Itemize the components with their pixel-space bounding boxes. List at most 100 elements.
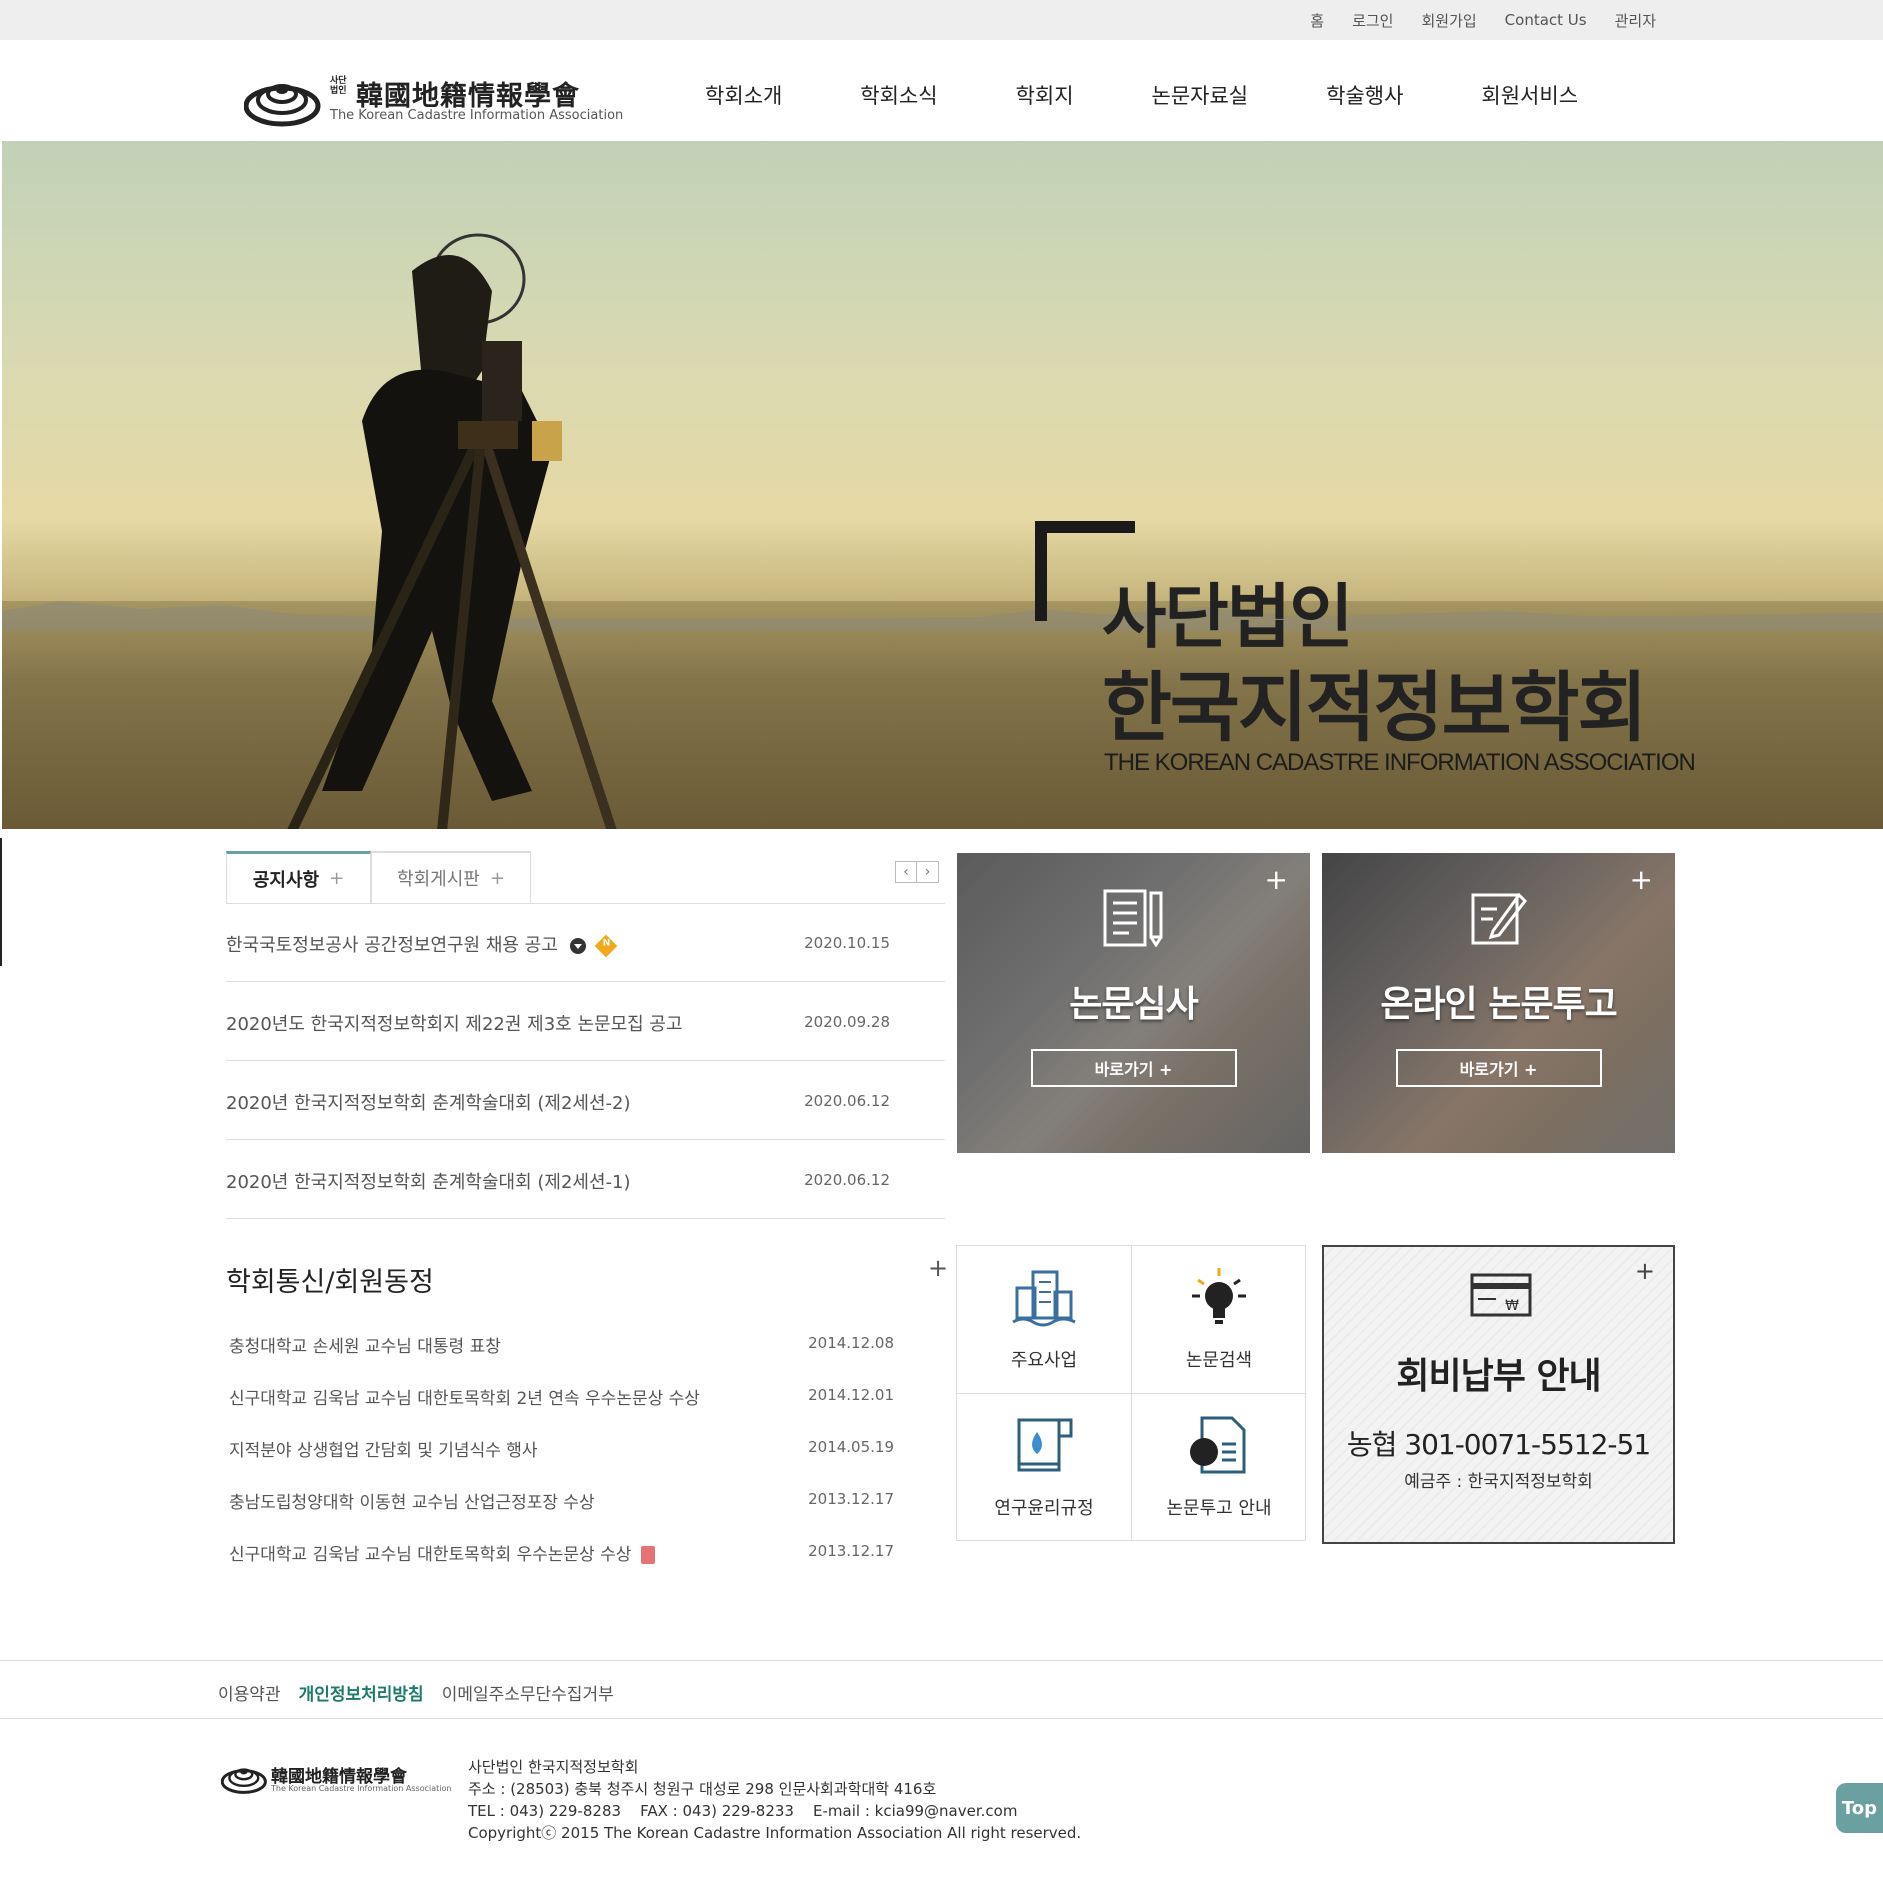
fee-title: 회비납부 안내: [1396, 1356, 1601, 1397]
paper-review-go-button[interactable]: 바로가기 +: [1030, 1049, 1237, 1087]
privacy-policy-link[interactable]: 개인정보처리방침: [299, 1680, 424, 1705]
signup-link[interactable]: 회원가입: [1421, 10, 1476, 31]
main-navigation: 학회소개 학회소식 학회지 논문자료실 학술행사 회원서비스: [705, 80, 1578, 108]
news-date: 2013.12.17: [808, 1542, 894, 1560]
news-title[interactable]: 신구대학교 김욱남 교수님 대한토목학회 우수논문상 수상: [229, 1545, 631, 1565]
document-pen-icon: [1103, 889, 1162, 947]
tab-notice[interactable]: 공지사항 +: [226, 851, 371, 903]
footer-divider: [0, 1660, 1883, 1661]
list-item[interactable]: 충청대학교 손세원 교수님 대통령 표창 2014.12.08: [229, 1320, 894, 1372]
site-header: 사단 법인 韓國地籍情報學會 The Korean Cadastre Inform…: [0, 40, 1883, 141]
logo-emblem-icon: [244, 84, 321, 127]
membership-fee-box[interactable]: + ₩ 회비납부 안내 농협 301-0071-5512-51 예금주 : 한국…: [1322, 1245, 1675, 1544]
hero-subtitle: THE KOREAN CADASTRE INFORMATION ASSOCIAT…: [1104, 749, 1696, 776]
logo-english-text: The Korean Cadastre Information Associat…: [330, 108, 624, 123]
nav-item-member-service[interactable]: 회원서비스: [1481, 80, 1578, 108]
list-item[interactable]: 2020년 한국지적정보학회 춘계학술대회 (제2세션-1) 2020.06.1…: [226, 1140, 945, 1219]
notice-date: 2020.10.15: [804, 934, 890, 952]
logo-emblem-icon: [221, 1768, 267, 1794]
news-date: 2014.05.19: [808, 1438, 894, 1456]
online-submission-title: 온라인 논문투고: [1380, 984, 1617, 1025]
paper-review-box[interactable]: + 논문심사 바로가기 +: [957, 853, 1310, 1153]
quick-paper-search[interactable]: 논문검색: [1132, 1246, 1306, 1393]
notice-title[interactable]: 2020년 한국지적정보학회 춘계학술대회 (제2세션-1): [226, 1168, 631, 1194]
plus-icon[interactable]: +: [1630, 863, 1653, 896]
admin-link[interactable]: 관리자: [1615, 10, 1656, 31]
notice-date: 2020.06.12: [804, 1092, 890, 1110]
lightbulb-icon: [1192, 1268, 1246, 1324]
terms-link[interactable]: 이용약관: [218, 1680, 281, 1705]
footer-address: 주소 : (28503) 충북 청주시 청원구 대성로 298 인문사회과학대학…: [468, 1780, 937, 1798]
list-item[interactable]: 한국국토정보공사 공간정보연구원 채용 공고 N 2020.10.15: [226, 903, 945, 982]
site-logo[interactable]: 사단 법인 韓國地籍情報學會 The Korean Cadastre Inform…: [244, 70, 623, 130]
plus-icon: +: [489, 867, 505, 889]
hero-surveyor-silhouette: [287, 233, 617, 829]
hero-title-line2: 한국지적정보학회: [1102, 663, 1647, 752]
news-date: 2013.12.17: [808, 1490, 894, 1508]
list-item[interactable]: 신구대학교 김욱남 교수님 대한토목학회 2년 연속 우수논문상 수상 2014…: [229, 1372, 894, 1424]
fee-account-holder: 예금주 : 한국지적정보학회: [1404, 1472, 1593, 1492]
notice-list: 한국국토정보공사 공간정보연구원 채용 공고 N 2020.10.15 2020년…: [226, 903, 945, 1219]
plus-icon[interactable]: +: [1635, 1257, 1655, 1285]
news-list: 충청대학교 손세원 교수님 대통령 표창 2014.12.08 신구대학교 김욱…: [229, 1320, 894, 1580]
notice-date: 2020.06.12: [804, 1171, 890, 1189]
notice-title[interactable]: 2020년도 한국지적정보학회지 제22권 제3호 논문모집 공고: [226, 1010, 683, 1036]
logo-tag: 사단 법인: [330, 76, 347, 96]
footer-info: 사단법인 한국지적정보학회 주소 : (28503) 충북 청주시 청원구 대성…: [468, 1756, 1081, 1844]
notice-arrows: ‹ ›: [895, 861, 939, 883]
news-title[interactable]: 충청대학교 손세원 교수님 대통령 표창: [229, 1332, 501, 1357]
svg-text:₩: ₩: [1505, 1298, 1519, 1314]
news-title[interactable]: 지적분야 상생협업 간담회 및 기념식수 행사: [229, 1436, 538, 1461]
footer-logo: 韓國地籍情報學會 The Korean Cadastre Information…: [221, 1760, 451, 1800]
home-link[interactable]: 홈: [1310, 10, 1324, 31]
building-icon: [1012, 1270, 1076, 1327]
news-more-plus-icon[interactable]: +: [928, 1254, 948, 1282]
quick-submission-guide[interactable]: 논문투고 안내: [1132, 1394, 1306, 1541]
download-icon: [569, 938, 586, 954]
paper-review-title: 논문심사: [1069, 984, 1198, 1025]
nav-item-about[interactable]: 학회소개: [705, 80, 782, 108]
quick-research-ethics[interactable]: 연구윤리규정: [957, 1394, 1131, 1541]
utility-bar: 홈 로그인 회원가입 Contact Us 관리자: [0, 0, 1883, 40]
email-refusal-link[interactable]: 이메일주소무단수집거부: [442, 1680, 614, 1705]
document-guide-icon: [1190, 1416, 1246, 1474]
list-item[interactable]: 신구대학교 김욱남 교수님 대한토목학회 우수논문상 수상 2013.12.17: [229, 1528, 894, 1580]
fee-account-number: 농협 301-0071-5512-51: [1346, 1428, 1651, 1461]
notice-date: 2020.09.28: [804, 1013, 890, 1031]
rulebook-icon: [1017, 1418, 1073, 1472]
utility-links: 홈 로그인 회원가입 Contact Us 관리자: [1310, 0, 1656, 40]
nav-item-events[interactable]: 학술행사: [1326, 80, 1403, 108]
list-item[interactable]: 2020년도 한국지적정보학회지 제22권 제3호 논문모집 공고 2020.0…: [226, 982, 945, 1061]
contact-us-link[interactable]: Contact Us: [1505, 11, 1587, 29]
quick-main-business[interactable]: 주요사업: [957, 1246, 1131, 1393]
quick-menu-grid: 주요사업 논문검색 연구윤리규정 논문투고 안내: [956, 1245, 1306, 1541]
plus-icon[interactable]: +: [1265, 863, 1288, 896]
list-item[interactable]: 지적분야 상생협업 간담회 및 기념식수 행사 2014.05.19: [229, 1424, 894, 1476]
list-item[interactable]: 충남도립청양대학 이동현 교수님 산업근정포장 수상 2013.12.17: [229, 1476, 894, 1528]
news-title[interactable]: 충남도립청양대학 이동현 교수님 산업근정포장 수상: [229, 1488, 595, 1513]
footer-links: 이용약관 개인정보처리방침 이메일주소무단수집거부: [218, 1680, 614, 1705]
news-section-title: 학회통신/회원동정: [226, 1267, 434, 1298]
online-submission-go-button[interactable]: 바로가기 +: [1395, 1049, 1602, 1087]
prev-arrow-icon[interactable]: ‹: [895, 861, 917, 883]
hero-banner: 사단법인 한국지적정보학회 THE KOREAN CADASTRE INFORM…: [2, 141, 1883, 829]
scroll-top-button[interactable]: Top: [1836, 1783, 1883, 1833]
left-edge-line: [0, 838, 2, 966]
notice-tabs: 공지사항 + 학회게시판 +: [226, 851, 945, 904]
next-arrow-icon[interactable]: ›: [917, 861, 939, 883]
notice-title[interactable]: 2020년 한국지적정보학회 춘계학술대회 (제2세션-2): [226, 1089, 631, 1115]
notice-title[interactable]: 한국국토정보공사 공간정보연구원 채용 공고: [226, 935, 558, 956]
footer-copyright: Copyrightⓒ 2015 The Korean Cadastre Info…: [468, 1824, 1082, 1842]
file-attachment-icon: [641, 1546, 656, 1564]
nav-item-news[interactable]: 학회소식: [860, 80, 937, 108]
nav-item-papers[interactable]: 논문자료실: [1152, 80, 1249, 108]
footer-contact: TEL : 043) 229-8283 FAX : 043) 229-8233 …: [468, 1802, 1018, 1820]
news-title[interactable]: 신구대학교 김욱남 교수님 대한토목학회 2년 연속 우수논문상 수상: [229, 1384, 700, 1409]
online-submission-box[interactable]: + 온라인 논문투고 바로가기 +: [1322, 853, 1675, 1153]
nav-item-journal[interactable]: 학회지: [1016, 80, 1074, 108]
credit-card-won-icon: ₩: [1470, 1273, 1532, 1317]
footer-org: 사단법인 한국지적정보학회: [468, 1758, 639, 1776]
tab-board[interactable]: 학회게시판 +: [371, 851, 531, 903]
list-item[interactable]: 2020년 한국지적정보학회 춘계학술대회 (제2세션-2) 2020.06.1…: [226, 1061, 945, 1140]
login-link[interactable]: 로그인: [1352, 10, 1393, 31]
